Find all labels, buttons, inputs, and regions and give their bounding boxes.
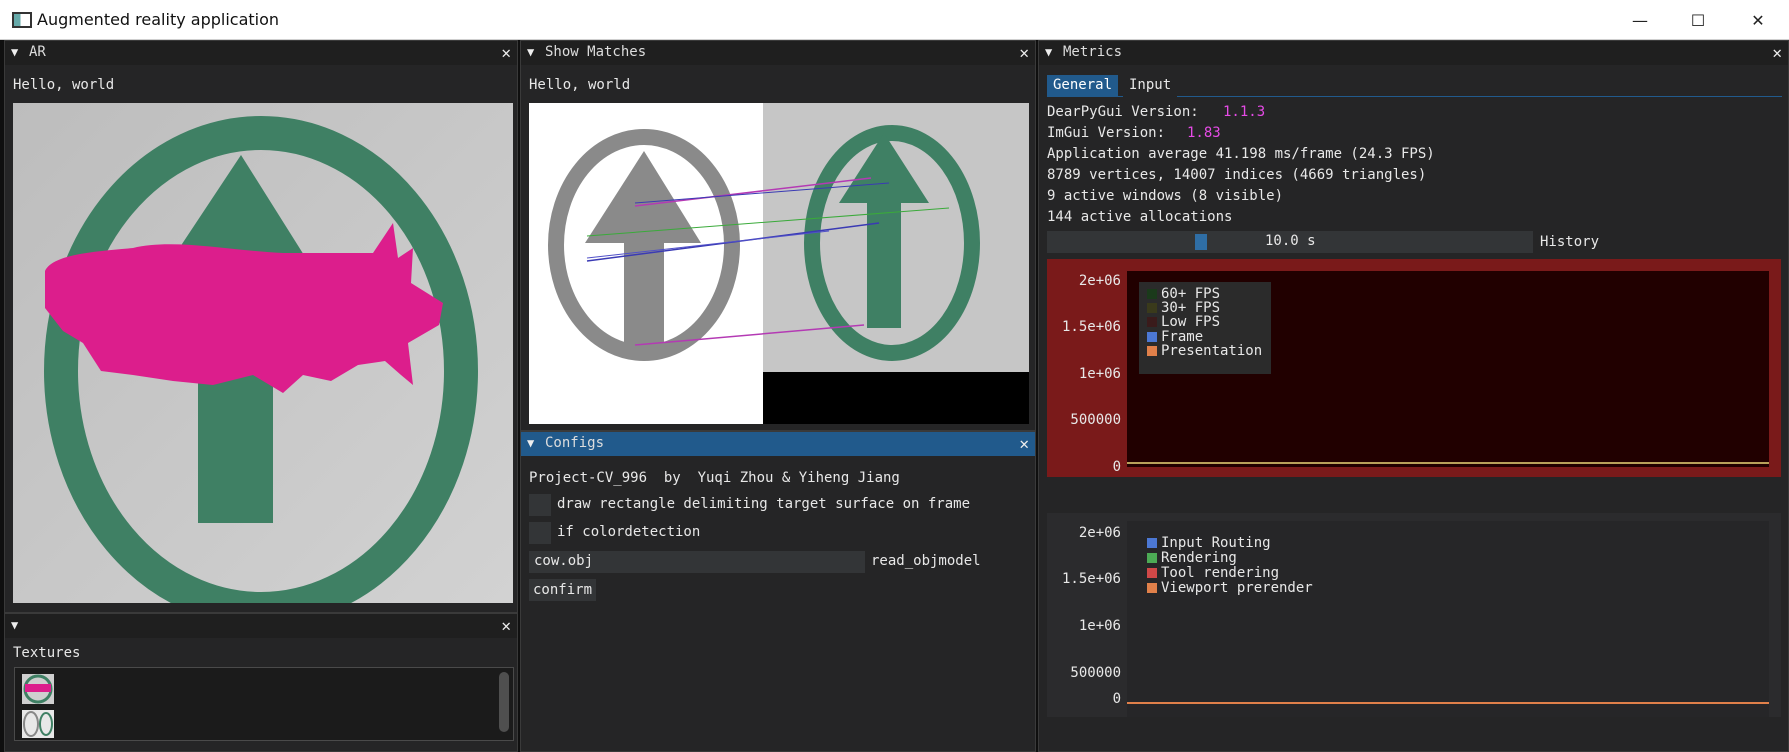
history-label: History: [1540, 234, 1600, 250]
ar-window-header[interactable]: ▼ AR ✕: [5, 41, 517, 65]
dpg-version-label: DearPyGui Version:: [1047, 104, 1199, 120]
close-icon[interactable]: ✕: [501, 43, 511, 62]
draw-rectangle-checkbox[interactable]: [529, 494, 551, 516]
frame-plot-legend: 60+ FPS 30+ FPS Low FPS Frame Presentati…: [1139, 282, 1271, 374]
metrics-window-header[interactable]: ▼ Metrics ✕: [1039, 41, 1788, 65]
matches-window-header[interactable]: ▼ Show Matches ✕: [521, 41, 1035, 65]
obj-model-input[interactable]: cow.obj: [529, 551, 865, 573]
ytick-label: 500000: [1070, 412, 1121, 428]
active-windows-text: 9 active windows (8 visible): [1047, 188, 1284, 204]
render-plot-legend: Input Routing Rendering Tool rendering V…: [1139, 535, 1319, 601]
legend-entry[interactable]: Rendering: [1147, 550, 1237, 566]
ytick-label: 2e+06: [1078, 273, 1121, 289]
imgui-version-value: 1.83: [1187, 125, 1221, 141]
close-button[interactable]: ✕: [1729, 0, 1787, 40]
frame-series-line: [1127, 462, 1769, 464]
tab-input[interactable]: Input: [1123, 75, 1178, 97]
obj-model-input-value: cow.obj: [534, 553, 594, 569]
draw-rectangle-label: draw rectangle delimiting target surface…: [557, 496, 971, 512]
window-titlebar: Augmented reality application — ☐ ✕: [0, 0, 1789, 40]
colordetection-checkbox[interactable]: [529, 522, 551, 544]
configs-window-title: Configs: [545, 435, 605, 451]
close-icon[interactable]: ✕: [501, 616, 511, 635]
history-slider-grab[interactable]: [1195, 234, 1207, 250]
tab-general[interactable]: General: [1047, 75, 1119, 97]
frame-time-plot[interactable]: 2e+06 1.5e+06 1e+06 500000 0 60+ FPS 30+…: [1047, 259, 1781, 477]
textures-label: Textures: [13, 645, 81, 661]
viewport-series-line: [1127, 702, 1769, 704]
ar-frame-image: [13, 103, 513, 603]
textures-window: ▼ ✕ Textures: [4, 613, 518, 752]
ar-hello-text: Hello, world: [13, 77, 115, 93]
colordetection-label: if colordetection: [557, 524, 701, 540]
legend-entry[interactable]: Tool rendering: [1147, 565, 1279, 581]
ytick-label: 1e+06: [1078, 618, 1121, 634]
confirm-button[interactable]: confirm: [529, 579, 597, 601]
app-icon: [12, 12, 32, 28]
textures-scrollbar[interactable]: [499, 672, 509, 732]
collapse-icon[interactable]: ▼: [1045, 45, 1052, 59]
ytick-label: 500000: [1070, 665, 1121, 681]
legend-entry[interactable]: Presentation: [1147, 343, 1262, 359]
history-slider[interactable]: 10.0 s: [1047, 231, 1533, 253]
credits-text: Project-CV_996 by Yuqi Zhou & Yiheng Jia…: [529, 470, 900, 486]
ytick-label: 2e+06: [1078, 525, 1121, 541]
configs-window: ▼ Configs ✕ Project-CV_996 by Yuqi Zhou …: [520, 431, 1036, 752]
collapse-icon[interactable]: ▼: [11, 618, 18, 632]
vertices-text: 8789 vertices, 14007 indices (4669 trian…: [1047, 167, 1427, 183]
close-icon[interactable]: ✕: [1019, 43, 1029, 62]
dpg-version-value: 1.1.3: [1223, 104, 1266, 120]
ytick-label: 1.5e+06: [1061, 319, 1121, 335]
imgui-version-label: ImGui Version:: [1047, 125, 1166, 141]
legend-entry[interactable]: Input Routing: [1147, 535, 1271, 551]
ytick-label: 0: [1112, 691, 1121, 707]
history-slider-value: 10.0 s: [1265, 233, 1316, 249]
collapse-icon[interactable]: ▼: [527, 45, 534, 59]
minimize-button[interactable]: —: [1611, 0, 1669, 40]
app-average-text: Application average 41.198 ms/frame (24.…: [1047, 146, 1435, 162]
ar-window-title: AR: [29, 44, 46, 60]
maximize-button[interactable]: ☐: [1669, 0, 1727, 40]
window-title: Augmented reality application: [37, 10, 280, 29]
collapse-icon[interactable]: ▼: [527, 436, 534, 450]
textures-window-header[interactable]: ▼ ✕: [5, 614, 517, 638]
close-icon[interactable]: ✕: [1772, 43, 1782, 62]
texture-thumb-ar[interactable]: [22, 674, 54, 704]
matches-image: [529, 103, 1029, 424]
collapse-icon[interactable]: ▼: [11, 45, 18, 59]
ar-window: ▼ AR ✕ Hello, world: [4, 40, 518, 613]
obj-model-label: read_objmodel: [871, 553, 981, 569]
ytick-label: 0: [1112, 459, 1121, 475]
close-icon[interactable]: ✕: [1019, 434, 1029, 453]
ytick-label: 1.5e+06: [1061, 571, 1121, 587]
matches-window: ▼ Show Matches ✕ Hello, world: [520, 40, 1036, 431]
configs-window-header[interactable]: ▼ Configs ✕: [521, 432, 1035, 456]
texture-thumb-matches[interactable]: [22, 710, 54, 738]
render-time-plot[interactable]: 2e+06 1.5e+06 1e+06 500000 0 Input Routi…: [1047, 513, 1781, 717]
matches-hello-text: Hello, world: [529, 77, 631, 93]
ytick-label: 1e+06: [1078, 366, 1121, 382]
legend-entry[interactable]: Low FPS: [1147, 314, 1220, 330]
textures-list[interactable]: [14, 667, 514, 741]
legend-entry[interactable]: Viewport prerender: [1147, 580, 1313, 596]
matches-window-title: Show Matches: [545, 44, 647, 60]
metrics-window: ▼ Metrics ✕ General Input DearPyGui Vers…: [1038, 40, 1789, 752]
metrics-window-title: Metrics: [1063, 44, 1123, 60]
allocations-text: 144 active allocations: [1047, 209, 1233, 225]
